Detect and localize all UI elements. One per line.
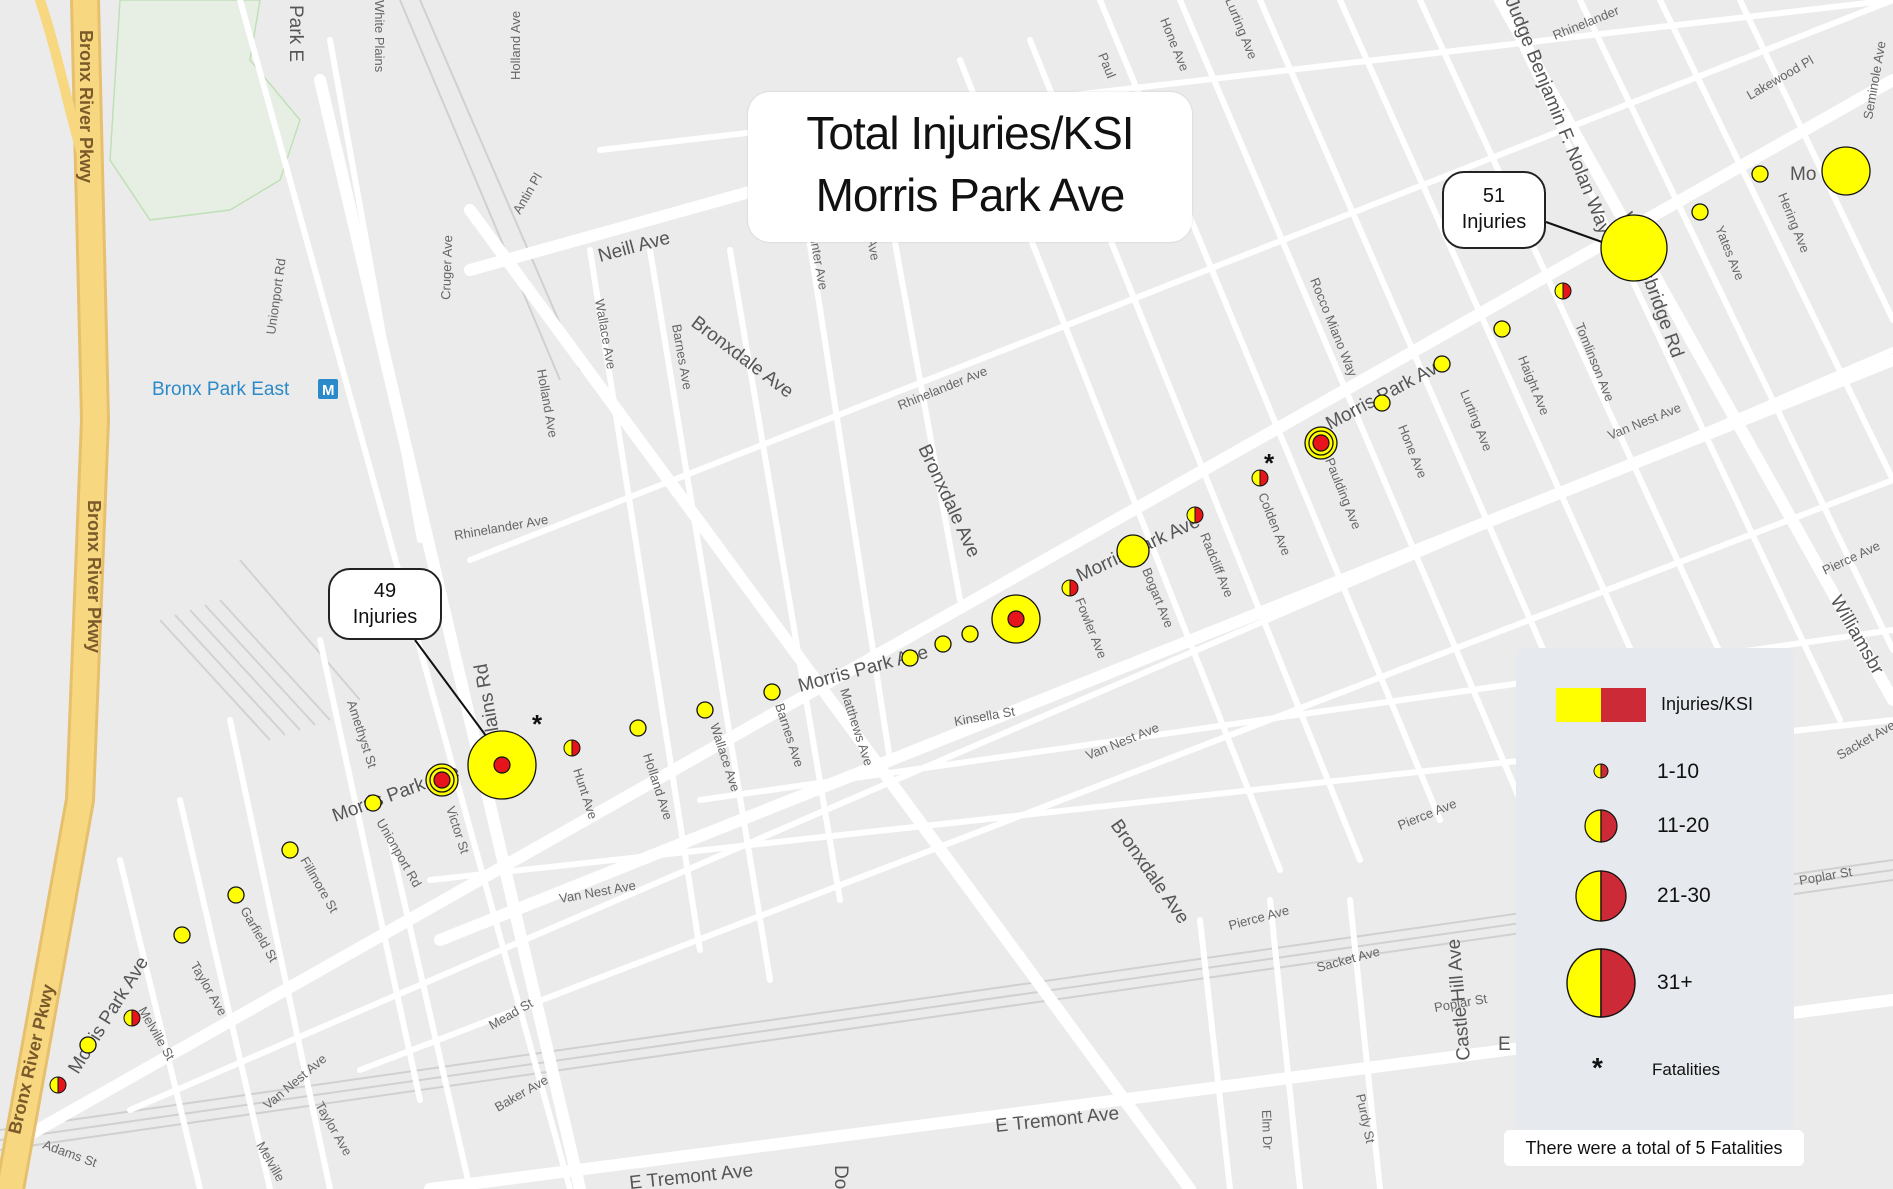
- label-bronxdale-ave-3: Bronxdale Ave: [1106, 816, 1193, 928]
- label-paulding-ave: Paulding Ave: [1322, 456, 1364, 532]
- crash-marker[interactable]: [425, 763, 459, 797]
- crash-marker[interactable]: [1821, 146, 1871, 196]
- fatality-asterisk: *: [532, 709, 543, 739]
- label-pierce-ave-1: Pierce Ave: [1227, 902, 1291, 933]
- label-rhinelander-ave-1: Rhinelander Ave: [453, 512, 549, 543]
- label-fillmore-st: Fillmore St: [297, 854, 341, 916]
- label-melville-2: Melville: [253, 1139, 288, 1184]
- label-bronx-river-pkwy-2: Bronx River Pkwy: [84, 500, 104, 653]
- subway-icon[interactable]: M: [318, 379, 338, 399]
- svg-text:M: M: [322, 382, 335, 399]
- crash-marker[interactable]: [1061, 579, 1079, 597]
- label-fowler-ave: Fowler Ave: [1072, 596, 1110, 661]
- callout-51-count: 51: [1482, 185, 1506, 207]
- legend-symbol-31-plus: [1566, 948, 1636, 1018]
- label-van-nest-ave-3: Van Nest Ave: [1606, 400, 1684, 443]
- callout-49-label: Injuries: [352, 606, 418, 628]
- label-pierce-ave-3: Pierce Ave: [1820, 538, 1882, 578]
- crash-marker[interactable]: [934, 635, 952, 653]
- label-unionport-rd-1: Unionport Rd: [263, 257, 289, 335]
- crash-marker[interactable]: [1373, 394, 1391, 412]
- map-title: Total Injuries/KSI: [806, 107, 1134, 159]
- callout-51-label: Injuries: [1461, 211, 1527, 233]
- crash-marker[interactable]: [364, 794, 382, 812]
- legend-symbol-11-20: [1584, 809, 1618, 843]
- fatality-total-note: There were a total of 5 Fatalities: [1504, 1130, 1804, 1166]
- label-lakewood-pl: Lakewood Pl: [1744, 52, 1816, 102]
- legend-fatality-label: Fatalities: [1652, 1060, 1721, 1079]
- label-holland-ave-1: Holland Ave: [508, 11, 523, 80]
- label-holland-ave-2: Holland Ave: [534, 368, 561, 439]
- legend-panel: Injuries/KSI 1-10 11-20 21-30 31+ * Fata…: [1516, 648, 1794, 1130]
- map-stage: Bronx River Pkwy Bronx River Pkwy Bronx …: [0, 0, 1893, 1189]
- label-yates-ave: Yates Ave: [1712, 224, 1747, 283]
- callout-49-count: 49: [373, 580, 397, 602]
- callout-49-injuries: 49 Injuries: [328, 568, 442, 640]
- crash-marker[interactable]: [961, 625, 979, 643]
- label-do-partial: Do: [830, 1165, 851, 1189]
- label-white-plains-top: White Plains: [372, 0, 387, 73]
- label-e-partial: E: [1498, 1034, 1511, 1055]
- label-elm-dr: Elm Dr: [1259, 1110, 1275, 1151]
- crash-marker[interactable]: [563, 739, 581, 757]
- crash-marker[interactable]: [123, 1009, 141, 1027]
- legend-label-31-plus: 31+: [1657, 971, 1693, 994]
- label-wallace-ave-1: Wallace Ave: [592, 298, 619, 370]
- crash-marker[interactable]: [79, 1036, 97, 1054]
- crash-marker[interactable]: *: [1251, 448, 1275, 487]
- label-paulding-top: Paul: [1095, 51, 1119, 81]
- label-hone-ave-2: Hone Ave: [1157, 16, 1192, 74]
- label-hunt-ave: Hunt Ave: [570, 766, 600, 821]
- crash-marker[interactable]: [49, 1076, 67, 1094]
- label-hone-ave-1: Hone Ave: [1395, 423, 1430, 481]
- label-lurting-top: Lurting Ave: [1222, 0, 1260, 61]
- label-bronx-river-pkwy-1: Bronx River Pkwy: [76, 30, 96, 183]
- legend-header-label: Injuries/KSI: [1661, 694, 1754, 714]
- legend-fatality-symbol: *: [1592, 1052, 1603, 1083]
- crash-marker[interactable]: [629, 719, 647, 737]
- label-lurting-ave: Lurting Ave: [1457, 388, 1495, 454]
- crash-marker[interactable]: [281, 841, 299, 859]
- crash-marker[interactable]: [1304, 426, 1338, 460]
- crash-marker[interactable]: [1116, 534, 1150, 568]
- legend-symbol-21-30: [1575, 870, 1627, 922]
- crash-marker[interactable]: [1691, 203, 1709, 221]
- crash-marker[interactable]: [1433, 355, 1451, 373]
- crash-marker[interactable]: [1751, 165, 1769, 183]
- crash-marker[interactable]: *: [467, 709, 543, 800]
- label-mo-partial: Mo: [1790, 164, 1816, 185]
- crash-marker[interactable]: [1554, 282, 1572, 300]
- label-adams-st: Adams St: [41, 1137, 99, 1171]
- legend-symbol-1-10: [1593, 763, 1609, 779]
- callout-51-injuries: 51 Injuries: [1442, 171, 1546, 249]
- label-amethyst-st: Amethyst St: [344, 698, 380, 770]
- crash-marker[interactable]: [1493, 320, 1511, 338]
- map-title-box: Total Injuries/KSI Morris Park Ave: [748, 92, 1192, 242]
- legend-label-21-30: 21-30: [1657, 884, 1711, 907]
- crash-marker[interactable]: [901, 649, 919, 667]
- legend-header-swatch: [1556, 688, 1646, 722]
- label-pierce-ave-2: Pierce Ave: [1396, 796, 1459, 833]
- label-bronx-park-east: Bronx Park East: [152, 379, 290, 400]
- label-colden-ave: Colden Ave: [1255, 491, 1294, 558]
- crash-marker[interactable]: [227, 886, 245, 904]
- crash-marker[interactable]: [173, 926, 191, 944]
- crash-marker[interactable]: [1186, 506, 1204, 524]
- label-park-e: Park E: [285, 5, 306, 62]
- label-antin-pl: Antin Pl: [510, 170, 545, 216]
- fatality-asterisk: *: [1264, 448, 1275, 478]
- crash-marker[interactable]: [696, 701, 714, 719]
- label-tomlinson-ave: Tomlinson Ave: [1572, 321, 1617, 404]
- crash-marker[interactable]: [1600, 214, 1668, 282]
- crash-marker[interactable]: [991, 594, 1041, 644]
- legend-label-11-20: 11-20: [1657, 814, 1710, 837]
- label-cruger-ave: Cruger Ave: [438, 235, 455, 300]
- label-poplar-st-2: Poplar St: [1798, 864, 1854, 888]
- crash-marker[interactable]: [763, 683, 781, 701]
- label-mead-st: Mead St: [486, 995, 536, 1032]
- map-subtitle: Morris Park Ave: [815, 169, 1126, 221]
- legend-label-1-10: 1-10: [1657, 760, 1700, 783]
- label-barnes-ave-2: Barnes Ave: [772, 701, 807, 769]
